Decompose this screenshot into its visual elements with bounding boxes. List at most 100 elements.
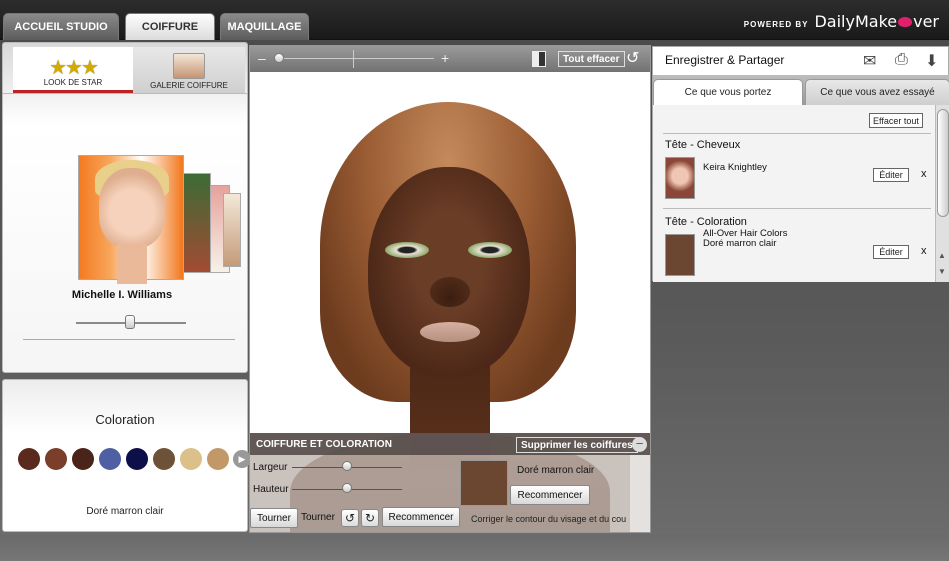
tab-ce-que-vous-portez[interactable]: Ce que vous portez	[653, 79, 803, 105]
section-title: Tête - Coloration	[665, 216, 747, 228]
item-name: Doré marron clair	[703, 238, 777, 249]
supprimer-coiffures-button[interactable]: Supprimer les coiffures	[516, 437, 638, 453]
hair-color-panel: COIFFURE ET COLORATION Supprimer les coi…	[250, 433, 650, 532]
tout-effacer-button[interactable]: Tout effacer	[558, 51, 625, 67]
item-name: Keira Knightley	[703, 162, 767, 173]
tab-label: MAQUILLAGE	[227, 21, 302, 33]
zoom-slider[interactable]	[274, 58, 434, 59]
tourner-label: Tourner	[301, 512, 335, 523]
star-neck	[117, 244, 147, 284]
scroll-up-icon[interactable]: ▲	[938, 251, 946, 260]
recommencer-color-button[interactable]: Recommencer	[510, 485, 590, 505]
brand-logo: POWERED BY DailyMake ver	[744, 12, 939, 31]
panel-divider	[3, 93, 247, 94]
panel-title: COIFFURE ET COLORATION	[256, 438, 392, 450]
remove-hair-button[interactable]: x	[921, 168, 927, 180]
wearing-list: Effacer tout Tête - Cheveux Keira Knight…	[653, 105, 949, 282]
preview-toolbar: – + Tout effacer ↺	[250, 46, 650, 72]
tab-accueil-studio[interactable]: ACCUEIL STUDIO	[3, 13, 119, 40]
save-icon[interactable]: ⬇	[925, 51, 938, 71]
star-carousel-slider-thumb[interactable]	[125, 315, 135, 329]
contour-hint: Corriger le contour du visage et du cou	[471, 514, 627, 524]
keira-thumbnail	[665, 157, 695, 199]
portrait-lips	[420, 322, 480, 342]
brand-name: DailyMake ver	[814, 12, 939, 31]
portrait-eye-right	[468, 242, 512, 258]
color-swatch[interactable]	[180, 448, 202, 470]
brand-name-part2: ver	[913, 12, 939, 31]
bottom-strip	[0, 535, 949, 561]
remove-color-button[interactable]: x	[921, 245, 927, 257]
zoom-in-icon[interactable]: +	[441, 50, 449, 66]
star-card-back[interactable]	[181, 173, 211, 273]
rotate-right-icon[interactable]: ↻	[361, 509, 379, 527]
look-tabs: Ce que vous portez Ce que vous avez essa…	[653, 75, 949, 105]
coloration-title: Coloration	[95, 412, 155, 427]
hair-gallery-icon	[173, 53, 205, 79]
star-card-back[interactable]	[223, 193, 241, 267]
color-swatch[interactable]	[72, 448, 94, 470]
undo-icon[interactable]: ↺	[626, 48, 639, 68]
tab-galerie-coiffure[interactable]: GALERIE COIFFURE	[133, 47, 245, 93]
tourner-button[interactable]: Tourner	[250, 508, 298, 528]
lips-logo-icon	[898, 17, 913, 27]
email-icon[interactable]: ✉	[863, 51, 876, 71]
coloration-panel: Coloration ▶ Doré marron clair	[2, 379, 251, 532]
tab-gallery-label: GALERIE COIFFURE	[150, 81, 228, 90]
star-photo-card[interactable]	[78, 155, 184, 284]
zoom-slider-thumb[interactable]	[274, 53, 284, 63]
collapse-panel-icon[interactable]: −	[632, 437, 647, 452]
section-title: Tête - Cheveux	[665, 139, 741, 151]
color-thumbnail	[665, 234, 695, 276]
zoom-out-icon[interactable]: –	[258, 50, 266, 66]
tab-label: ACCUEIL STUDIO	[14, 21, 108, 33]
powered-by-text: POWERED BY	[743, 20, 809, 29]
save-share-panel: Enregistrer & Partager ✉ ⎙ ⬇ Ce que vous…	[652, 46, 949, 282]
star-look-panel: ★★★ LOOK DE STAR GALERIE COIFFURE Michel…	[2, 42, 248, 373]
portrait-nose	[430, 277, 470, 307]
width-slider-thumb[interactable]	[342, 461, 352, 471]
print-icon[interactable]: ⎙	[895, 51, 908, 69]
color-swatch[interactable]	[45, 448, 67, 470]
portrait-eye-left	[385, 242, 429, 258]
edit-hair-button[interactable]: Éditer	[873, 168, 909, 182]
color-swatch[interactable]	[207, 448, 229, 470]
list-scrollbar[interactable]: ▲ ▼	[935, 105, 949, 282]
color-swatch[interactable]	[18, 448, 40, 470]
zoom-tick	[353, 50, 354, 68]
current-color-label: Doré marron clair	[517, 465, 595, 476]
star-face	[99, 168, 165, 248]
list-separator	[663, 208, 931, 209]
rotate-left-icon[interactable]: ↺	[341, 509, 359, 527]
portrait-face	[368, 167, 530, 377]
selected-color-name: Doré marron clair	[86, 506, 164, 517]
tab-look-label: LOOK DE STAR	[43, 78, 103, 87]
list-separator	[663, 133, 931, 134]
stars-icon: ★★★	[49, 57, 99, 79]
save-share-title: Enregistrer & Partager	[665, 53, 785, 67]
scrollbar-thumb[interactable]	[937, 109, 949, 217]
brand-name-part1: DailyMake	[814, 12, 898, 31]
compare-icon[interactable]	[532, 51, 546, 67]
star-name: Michelle I. Williams	[71, 289, 173, 301]
hauteur-label: Hauteur	[253, 484, 289, 495]
tab-label: COIFFURE	[141, 21, 199, 33]
effacer-tout-button[interactable]: Effacer tout	[869, 113, 923, 128]
top-bar: ACCUEIL STUDIO COIFFURE MAQUILLAGE POWER…	[0, 0, 949, 40]
color-swatch[interactable]	[99, 448, 121, 470]
star-scroll-track[interactable]	[23, 339, 235, 340]
color-swatch[interactable]	[153, 448, 175, 470]
tab-maquillage[interactable]: MAQUILLAGE	[220, 13, 309, 40]
preview-area: – + Tout effacer ↺ COIFFURE ET COLORATIO…	[249, 45, 651, 533]
height-slider-thumb[interactable]	[342, 483, 352, 493]
color-swatch[interactable]	[126, 448, 148, 470]
tab-ce-que-vous-avez-essaye[interactable]: Ce que vous avez essayé	[805, 79, 949, 105]
tab-tried-label: Ce que vous avez essayé	[820, 87, 935, 98]
panel-side-strip	[630, 455, 650, 532]
tab-look-de-star[interactable]: ★★★ LOOK DE STAR	[13, 47, 133, 93]
edit-color-button[interactable]: Éditer	[873, 245, 909, 259]
current-color-swatch	[460, 460, 508, 506]
scroll-down-icon[interactable]: ▼	[938, 267, 946, 276]
recommencer-rotate-button[interactable]: Recommencer	[382, 507, 460, 527]
tab-coiffure[interactable]: COIFFURE	[125, 13, 215, 40]
